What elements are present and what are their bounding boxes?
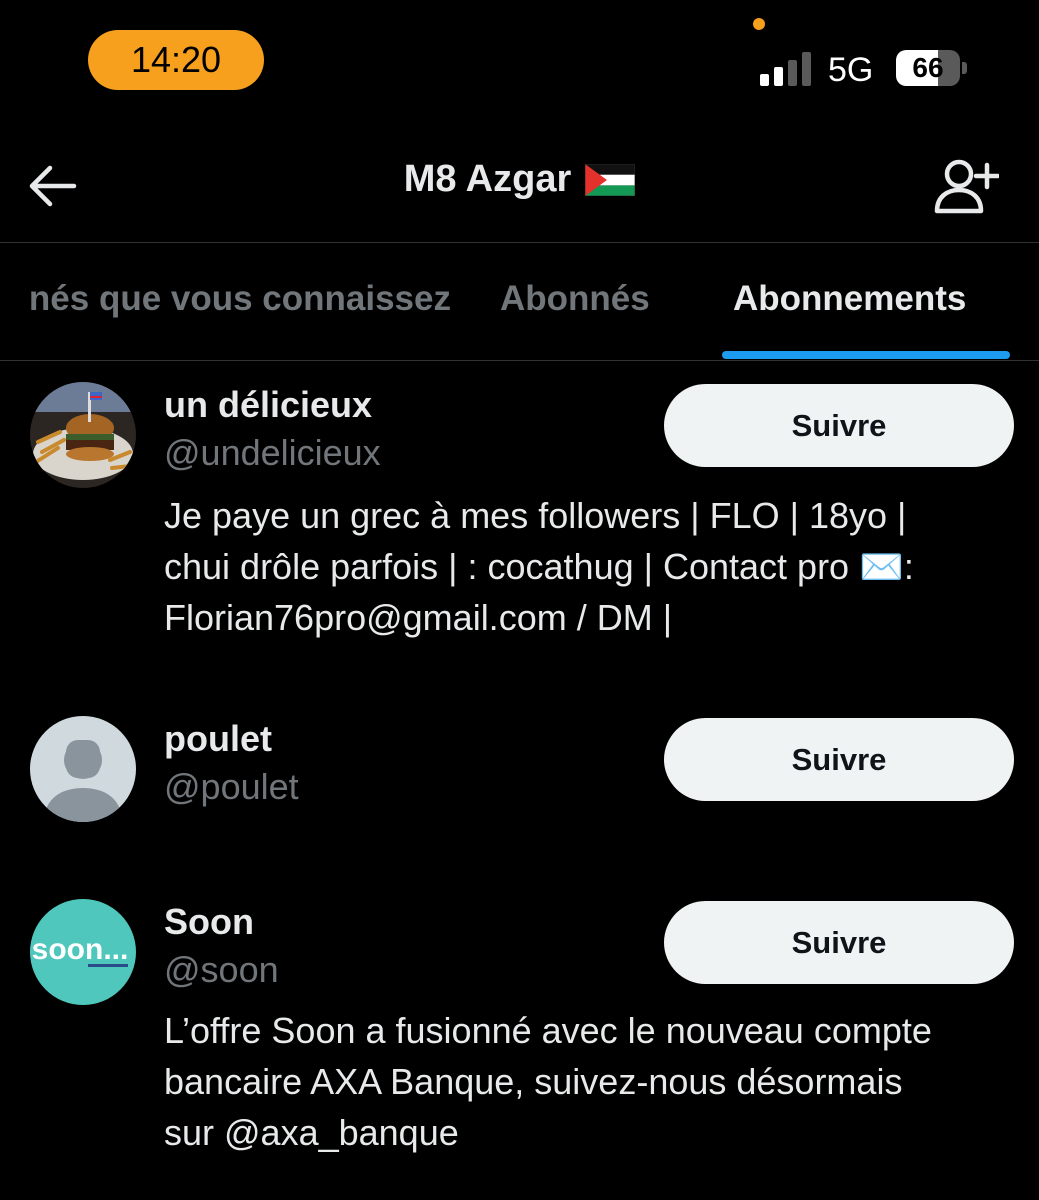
follow-button[interactable]: Suivre bbox=[664, 718, 1014, 801]
follow-button[interactable]: Suivre bbox=[664, 384, 1014, 467]
battery-level-label: 66 bbox=[912, 52, 944, 83]
user-display-name: poulet bbox=[164, 718, 272, 759]
user-display-name: Soon bbox=[164, 901, 254, 942]
avatar[interactable]: soon... bbox=[30, 899, 136, 1005]
profile-header: M8 Azgar bbox=[0, 120, 1039, 243]
bio-line: bancaire AXA Banque, suivez-nous désorma… bbox=[164, 1061, 903, 1102]
avatar[interactable] bbox=[30, 382, 136, 488]
add-user-button[interactable] bbox=[926, 152, 1006, 220]
user-handle: @soon bbox=[164, 949, 279, 990]
user-display-name: un délicieux bbox=[164, 384, 373, 425]
soon-logo-avatar: soon... bbox=[30, 899, 136, 1005]
palestine-flag-icon bbox=[585, 163, 636, 196]
bio-line: chui drôle parfois | : cocathug | Contac… bbox=[164, 546, 914, 587]
cellular-signal-icon bbox=[760, 52, 811, 86]
title-container: M8 Azgar bbox=[0, 158, 1039, 201]
add-user-icon bbox=[934, 159, 999, 214]
status-time-label: 14:20 bbox=[130, 39, 222, 80]
user-handle: @poulet bbox=[164, 766, 299, 807]
page-title: M8 Azgar bbox=[403, 158, 572, 200]
battery-icon: 66 bbox=[896, 50, 967, 86]
user-bio: Je paye un grec à mes followers | FLO | … bbox=[164, 490, 1014, 643]
bio-line: Je paye un grec à mes followers | FLO | … bbox=[164, 495, 907, 536]
status-bar: 14:20 5G 66 bbox=[0, 0, 1039, 120]
svg-text:soon...: soon... bbox=[32, 933, 129, 966]
bio-line: Florian76pro@gmail.com / DM | bbox=[164, 597, 673, 638]
network-type-label: 5G bbox=[828, 51, 874, 89]
avatar[interactable] bbox=[30, 716, 136, 822]
tab-following[interactable]: Abonnements bbox=[733, 279, 966, 319]
tab-followers-you-know[interactable]: nés que vous connaissez bbox=[29, 279, 451, 319]
tab-bar: nés que vous connaissez Abonnés Abonneme… bbox=[0, 243, 1039, 361]
tab-followers[interactable]: Abonnés bbox=[500, 279, 650, 319]
status-time: 14:20 bbox=[88, 30, 264, 90]
default-profile-avatar bbox=[30, 716, 136, 822]
user-handle: @undelicieux bbox=[164, 432, 381, 473]
active-tab-indicator bbox=[722, 351, 1010, 359]
user-bio: L’offre Soon a fusionné avec le nouveau … bbox=[164, 1005, 1014, 1158]
burger-photo-avatar bbox=[30, 382, 136, 488]
follow-button[interactable]: Suivre bbox=[664, 901, 1014, 984]
bio-line: L’offre Soon a fusionné avec le nouveau … bbox=[164, 1010, 932, 1051]
bio-line: sur @axa_banque bbox=[164, 1112, 459, 1153]
privacy-indicator-dot bbox=[753, 18, 765, 30]
